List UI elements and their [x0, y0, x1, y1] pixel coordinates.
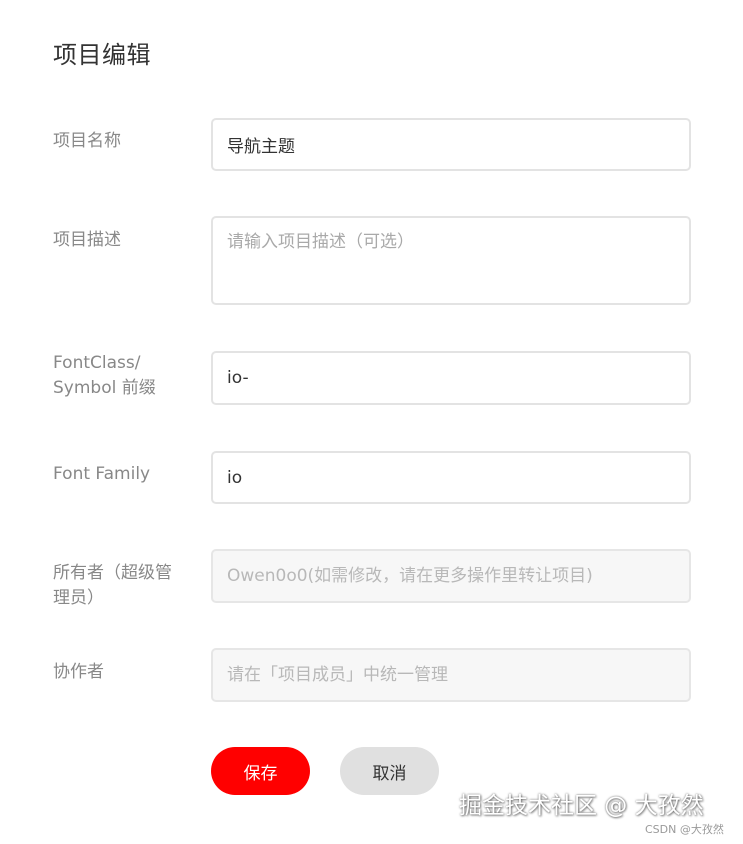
- page-title: 项目编辑: [53, 41, 151, 69]
- collaborators-label: 协作者: [53, 662, 104, 682]
- collaborators-input: [211, 648, 691, 702]
- prefix-label: FontClass/ Symbol 前缀: [53, 353, 156, 398]
- font-family-label: Font Family: [53, 464, 151, 484]
- save-button[interactable]: 保存: [211, 747, 310, 795]
- watermark-text: 掘金技术社区 @ 大孜然: [459, 793, 704, 819]
- watermark-source: CSDN @大孜然: [645, 823, 724, 836]
- project-name-label: 项目名称: [53, 131, 121, 151]
- prefix-input[interactable]: [211, 351, 691, 405]
- owner-label: 所有者（超级管理员）: [53, 563, 172, 608]
- cancel-button[interactable]: 取消: [340, 747, 439, 795]
- project-description-label: 项目描述: [53, 230, 121, 250]
- owner-input: [211, 549, 691, 603]
- project-description-textarea[interactable]: [211, 216, 691, 305]
- project-name-input[interactable]: [211, 118, 691, 171]
- font-family-input[interactable]: [211, 451, 691, 504]
